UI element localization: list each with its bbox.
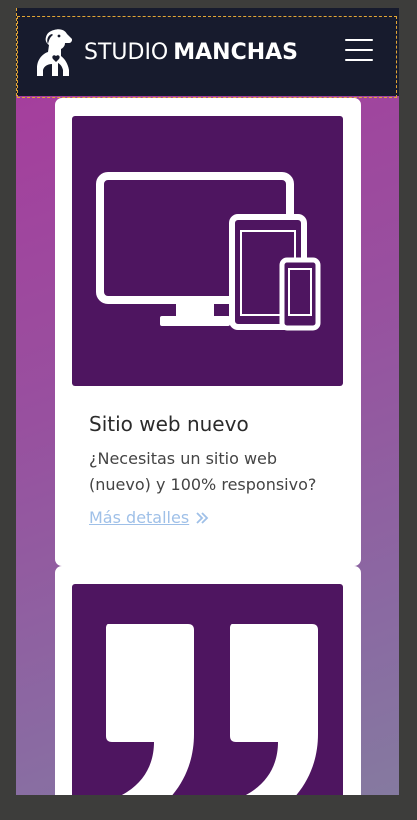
card-description: ¿Necesitas un sitio web (nuevo) y 100% r… — [89, 449, 317, 494]
double-chevron-right-icon — [196, 511, 209, 524]
brand-link[interactable]: STUDIO MANCHAS — [32, 22, 298, 82]
brand-name-light: STUDIO — [84, 39, 169, 65]
hamburger-line — [345, 39, 373, 41]
more-details-label: Más detalles — [89, 508, 190, 527]
card-title: Sitio web nuevo — [89, 412, 249, 436]
page-viewport: STUDIO MANCHAS Sitio web nuevo ¿Necesita… — [16, 8, 399, 795]
hamburger-menu-icon[interactable] — [345, 39, 373, 63]
card-image — [72, 584, 343, 795]
service-card: Sitio web nuevo ¿Necesitas un sitio web … — [55, 98, 361, 566]
brand-name-bold: MANCHAS — [173, 39, 299, 65]
hamburger-line — [345, 49, 373, 51]
devices-icon — [96, 172, 321, 331]
service-card — [55, 566, 361, 795]
dog-logo-icon — [37, 29, 73, 76]
quote-icon — [106, 624, 318, 795]
more-details-link[interactable]: Más detalles — [89, 508, 209, 527]
hamburger-line — [345, 59, 373, 61]
navbar: STUDIO MANCHAS — [16, 8, 399, 98]
card-image — [72, 116, 343, 386]
nav-outline-left — [16, 8, 18, 96]
